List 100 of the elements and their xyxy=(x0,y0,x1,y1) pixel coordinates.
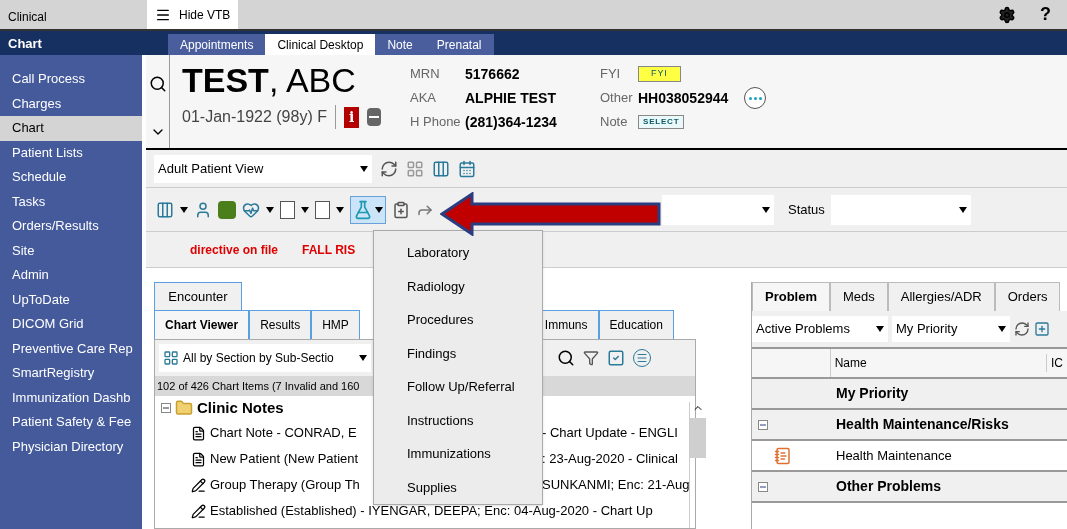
sidebar-item[interactable]: Schedule xyxy=(0,165,142,190)
search-icon[interactable] xyxy=(149,75,167,93)
caret-icon[interactable] xyxy=(336,206,344,213)
sidebar-item[interactable]: Site xyxy=(0,238,142,263)
nav-tab[interactable]: Prenatal xyxy=(424,34,494,55)
sidebar-item[interactable]: Preventive Care Rep xyxy=(0,336,142,361)
caret-icon[interactable] xyxy=(762,206,770,213)
heart-icon[interactable] xyxy=(242,200,260,219)
menu-item[interactable]: Instructions xyxy=(374,403,542,437)
edit-note-icon xyxy=(191,503,206,519)
chart-tab[interactable]: Chart Viewer xyxy=(154,310,250,339)
note-title[interactable]: Established (Established) - IYENGAR, DEEPA; Enc: 04-Aug-2020 - Chart Up xyxy=(210,501,653,521)
caret-icon[interactable] xyxy=(360,165,368,172)
note-icon xyxy=(191,425,206,441)
scrollbar[interactable] xyxy=(689,402,707,528)
group-title: Other Problems xyxy=(835,477,943,496)
nav-tab[interactable]: Clinical Desktop xyxy=(265,34,376,55)
field-value: (281)364-1234 xyxy=(465,112,557,132)
caret-icon[interactable] xyxy=(266,206,274,213)
field-value: ALPHIE TEST xyxy=(465,88,556,108)
sidebar-item[interactable]: Orders/Results xyxy=(0,214,142,239)
filter-dropdown[interactable]: All by Section by Sub-Sectio xyxy=(159,344,371,372)
select-tag[interactable]: SELECT xyxy=(638,115,685,129)
sidebar-item[interactable]: Call Process xyxy=(0,67,142,92)
expand-icon[interactable] xyxy=(1034,321,1050,337)
sidebar-item[interactable]: Charges xyxy=(0,91,142,116)
menu-item[interactable]: Immunizations xyxy=(374,437,542,471)
sidebar-item[interactable]: UpToDate xyxy=(0,287,142,312)
column-header[interactable]: IC xyxy=(1047,354,1067,372)
collapse-toggle[interactable] xyxy=(161,403,171,413)
column-header[interactable]: Name xyxy=(830,354,1047,372)
problem-tab[interactable]: Meds xyxy=(830,282,888,311)
alert-text: FALL RIS xyxy=(302,241,356,259)
contact-icon[interactable] xyxy=(194,200,212,219)
encounter-tab[interactable]: Encounter xyxy=(154,282,242,310)
flask-button[interactable] xyxy=(350,195,386,224)
field-label: H Phone xyxy=(410,113,462,132)
info-badge[interactable]: i xyxy=(343,106,360,128)
menu-item[interactable]: Findings xyxy=(374,336,542,370)
field-label: Note xyxy=(600,113,629,132)
caret-icon[interactable] xyxy=(359,355,367,361)
chart-tab[interactable]: Education xyxy=(598,310,674,339)
sidebar-item[interactable]: SmartRegistry xyxy=(0,361,142,386)
caret-icon[interactable] xyxy=(180,206,188,213)
sidebar-item[interactable]: Patient Lists xyxy=(0,140,142,165)
collapse-toggle[interactable] xyxy=(758,419,768,430)
notebook-icon xyxy=(774,446,792,465)
search-icon[interactable] xyxy=(557,349,575,367)
group-title: My Priority xyxy=(835,384,910,403)
sidebar-item[interactable]: Tasks xyxy=(0,189,142,214)
alert-text: directive on file xyxy=(190,241,279,259)
refresh-icon[interactable] xyxy=(380,159,398,178)
flask-icon xyxy=(353,199,373,220)
clipboard-icon[interactable] xyxy=(392,200,410,219)
sidebar-item[interactable]: DICOM Grid xyxy=(0,312,142,337)
menu-item[interactable]: Laboratory xyxy=(374,236,542,270)
sidebar-item[interactable]: Admin xyxy=(0,263,142,288)
caret-icon[interactable] xyxy=(958,206,967,213)
more-icon[interactable] xyxy=(744,87,767,109)
sidebar-item[interactable]: Physician Directory xyxy=(0,434,142,459)
status-label: Status xyxy=(788,200,825,219)
columns-icon[interactable] xyxy=(432,159,450,178)
note-detail[interactable]: - Chart Update - ENGLI xyxy=(542,423,678,443)
settings-icon[interactable] xyxy=(998,5,1016,24)
sidebar-item[interactable]: Chart xyxy=(0,116,142,141)
caret-icon[interactable] xyxy=(876,326,884,332)
columns-icon[interactable] xyxy=(156,200,174,219)
caret-icon[interactable] xyxy=(375,206,383,213)
sidebar-item[interactable]: Immunization Dashb xyxy=(0,385,142,410)
problem-tab[interactable]: Problem xyxy=(752,282,830,311)
sidebar-item[interactable]: Patient Safety & Fee xyxy=(0,410,142,435)
sort-dropdown[interactable]: My Priority xyxy=(892,316,1010,342)
note-detail[interactable]: SUNKANMI; Enc: 21-Aug xyxy=(542,475,690,495)
fyi-tag[interactable]: FYI xyxy=(638,66,681,82)
menu-item[interactable]: Radiology xyxy=(374,269,542,303)
collapse-toggle[interactable] xyxy=(758,481,768,492)
minus-icon[interactable] xyxy=(367,108,382,126)
refresh-icon[interactable] xyxy=(1014,321,1030,337)
calendar-icon[interactable] xyxy=(458,159,476,178)
caret-icon[interactable] xyxy=(301,206,309,213)
problem-tab[interactable]: Allergies/ADR xyxy=(887,282,995,311)
problem-tab[interactable]: Orders xyxy=(994,282,1061,311)
hide-vtb-button[interactable]: Hide VTB xyxy=(147,0,239,29)
problem-name[interactable]: Health Maintenance xyxy=(832,445,956,466)
checklist-icon[interactable] xyxy=(607,349,625,367)
menu-item[interactable]: Supplies xyxy=(374,470,542,504)
field-value: HH038052944 xyxy=(638,88,729,108)
caret-icon[interactable] xyxy=(998,326,1006,332)
filter-icon[interactable] xyxy=(583,350,599,366)
chart-tab[interactable]: HMP xyxy=(311,310,360,339)
note-detail[interactable]: : 23-Aug-2020 - Clinical xyxy=(542,449,678,469)
edit-note-icon xyxy=(191,477,206,493)
nav-tab[interactable]: Note xyxy=(375,34,425,55)
chart-tab[interactable]: Results xyxy=(249,310,312,339)
field-label: Other xyxy=(600,89,634,108)
nav-tab[interactable]: Appointments xyxy=(168,34,266,55)
patient-name: TEST, ABC xyxy=(182,60,357,101)
view-dropdown[interactable]: Adult Patient View xyxy=(154,154,372,183)
help-button[interactable]: ? xyxy=(1040,0,1051,29)
list-dropdown[interactable]: Active Problems xyxy=(752,316,888,342)
